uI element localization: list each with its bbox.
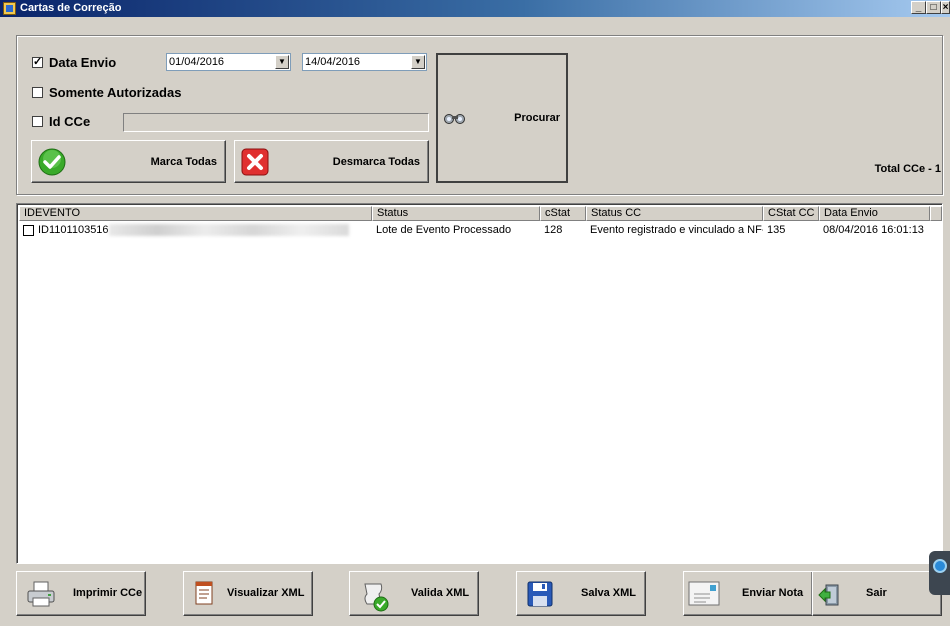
enviar-nota-label: Enviar Nota [742, 587, 804, 599]
redacted-id [108, 224, 349, 237]
title-bar: Cartas de Correção _ □ × [0, 0, 950, 17]
envelope-icon [688, 581, 720, 610]
date-to-picker[interactable]: 14/04/2016 ▼ [302, 53, 427, 71]
data-envio-label: Data Envio [49, 55, 117, 70]
x-icon [241, 148, 269, 179]
chevron-down-icon[interactable]: ▼ [411, 55, 425, 69]
visualizar-xml-button[interactable]: Visualizar XML [183, 571, 313, 616]
date-from-value: 01/04/2016 [169, 56, 225, 68]
desmarca-todas-button[interactable]: Desmarca Todas [234, 140, 429, 183]
id-cce-check-box[interactable] [32, 116, 43, 127]
data-envio-check-box[interactable] [32, 55, 43, 68]
cell-data-envio: 08/04/2016 16:01:13 [823, 224, 924, 236]
marca-todas-label: Marca Todas [150, 155, 217, 168]
cell-idevento: ID1101103516 [38, 222, 372, 239]
check-icon [38, 148, 66, 179]
binoculars-icon [444, 111, 466, 128]
salva-xml-label: Salva XML [581, 587, 637, 599]
enviar-nota-button[interactable]: Enviar Nota [683, 571, 813, 616]
idevento-text: ID1101103516 [38, 224, 109, 236]
date-to-value: 14/04/2016 [305, 56, 361, 68]
valida-xml-button[interactable]: Valida XML [349, 571, 479, 616]
column-header-idevento[interactable]: IDEVENTO [19, 206, 372, 221]
window-title: Cartas de Correção [20, 2, 122, 14]
cce-list[interactable]: IDEVENTO Status cStat Status CC CStat CC… [16, 203, 943, 564]
document-icon [193, 580, 217, 611]
id-cce-checkbox[interactable]: Id CCe [32, 114, 90, 129]
column-header-cstat-cc[interactable]: CStat CC [763, 206, 819, 221]
column-header-cstat[interactable]: cStat [540, 206, 586, 221]
teamviewer-icon [933, 559, 947, 573]
somente-autorizadas-label: Somente Autorizadas [49, 85, 182, 100]
salva-xml-button[interactable]: Salva XML [516, 571, 646, 616]
teamviewer-tab[interactable] [929, 551, 950, 595]
imprimir-cce-button[interactable]: Imprimir CCe [16, 571, 146, 616]
procurar-button[interactable]: Procurar [436, 53, 568, 183]
somente-autorizadas-check-box[interactable] [32, 87, 43, 98]
minimize-button[interactable]: _ [911, 1, 926, 14]
column-header-status-cc[interactable]: Status CC [586, 206, 763, 221]
procurar-label: Procurar [514, 112, 560, 124]
cell-status: Lote de Evento Processado [376, 224, 512, 236]
app-icon [3, 2, 16, 15]
cell-status-cc: Evento registrado e vinculado a NF-e [590, 224, 763, 236]
total-cce: Total CCe - 1 [874, 163, 941, 175]
table-row[interactable]: ID1101103516 Lote de Evento Processado 1… [19, 222, 930, 239]
id-cce-input[interactable] [123, 113, 429, 132]
desmarca-todas-label: Desmarca Todas [332, 155, 420, 168]
row-checkbox[interactable] [23, 225, 34, 236]
marca-todas-button[interactable]: Marca Todas [31, 140, 226, 183]
sair-button[interactable]: Sair [812, 571, 942, 616]
maximize-button[interactable]: □ [926, 1, 941, 14]
cell-cstat-cc: 135 [767, 224, 786, 236]
visualizar-xml-label: Visualizar XML [227, 587, 305, 599]
close-button[interactable]: × [941, 1, 950, 14]
imprimir-cce-label: Imprimir CCe [73, 587, 143, 599]
column-header-status[interactable]: Status [372, 206, 540, 221]
data-envio-checkbox[interactable]: Data Envio [32, 55, 116, 70]
column-header-data-envio[interactable]: Data Envio [819, 206, 930, 221]
exit-icon [817, 583, 841, 610]
chevron-down-icon[interactable]: ▼ [275, 55, 289, 69]
somente-autorizadas-checkbox[interactable]: Somente Autorizadas [32, 85, 181, 100]
id-cce-label: Id CCe [49, 114, 91, 129]
column-header-filler [930, 206, 942, 221]
cell-cstat: 128 [544, 224, 563, 236]
date-from-picker[interactable]: 01/04/2016 ▼ [166, 53, 291, 71]
valida-xml-label: Valida XML [411, 587, 470, 599]
printer-icon [26, 580, 56, 611]
list-header: IDEVENTO Status cStat Status CC CStat CC… [19, 206, 942, 221]
floppy-icon [526, 580, 554, 611]
sair-label: Sair [866, 587, 887, 599]
xml-check-icon [359, 580, 391, 615]
